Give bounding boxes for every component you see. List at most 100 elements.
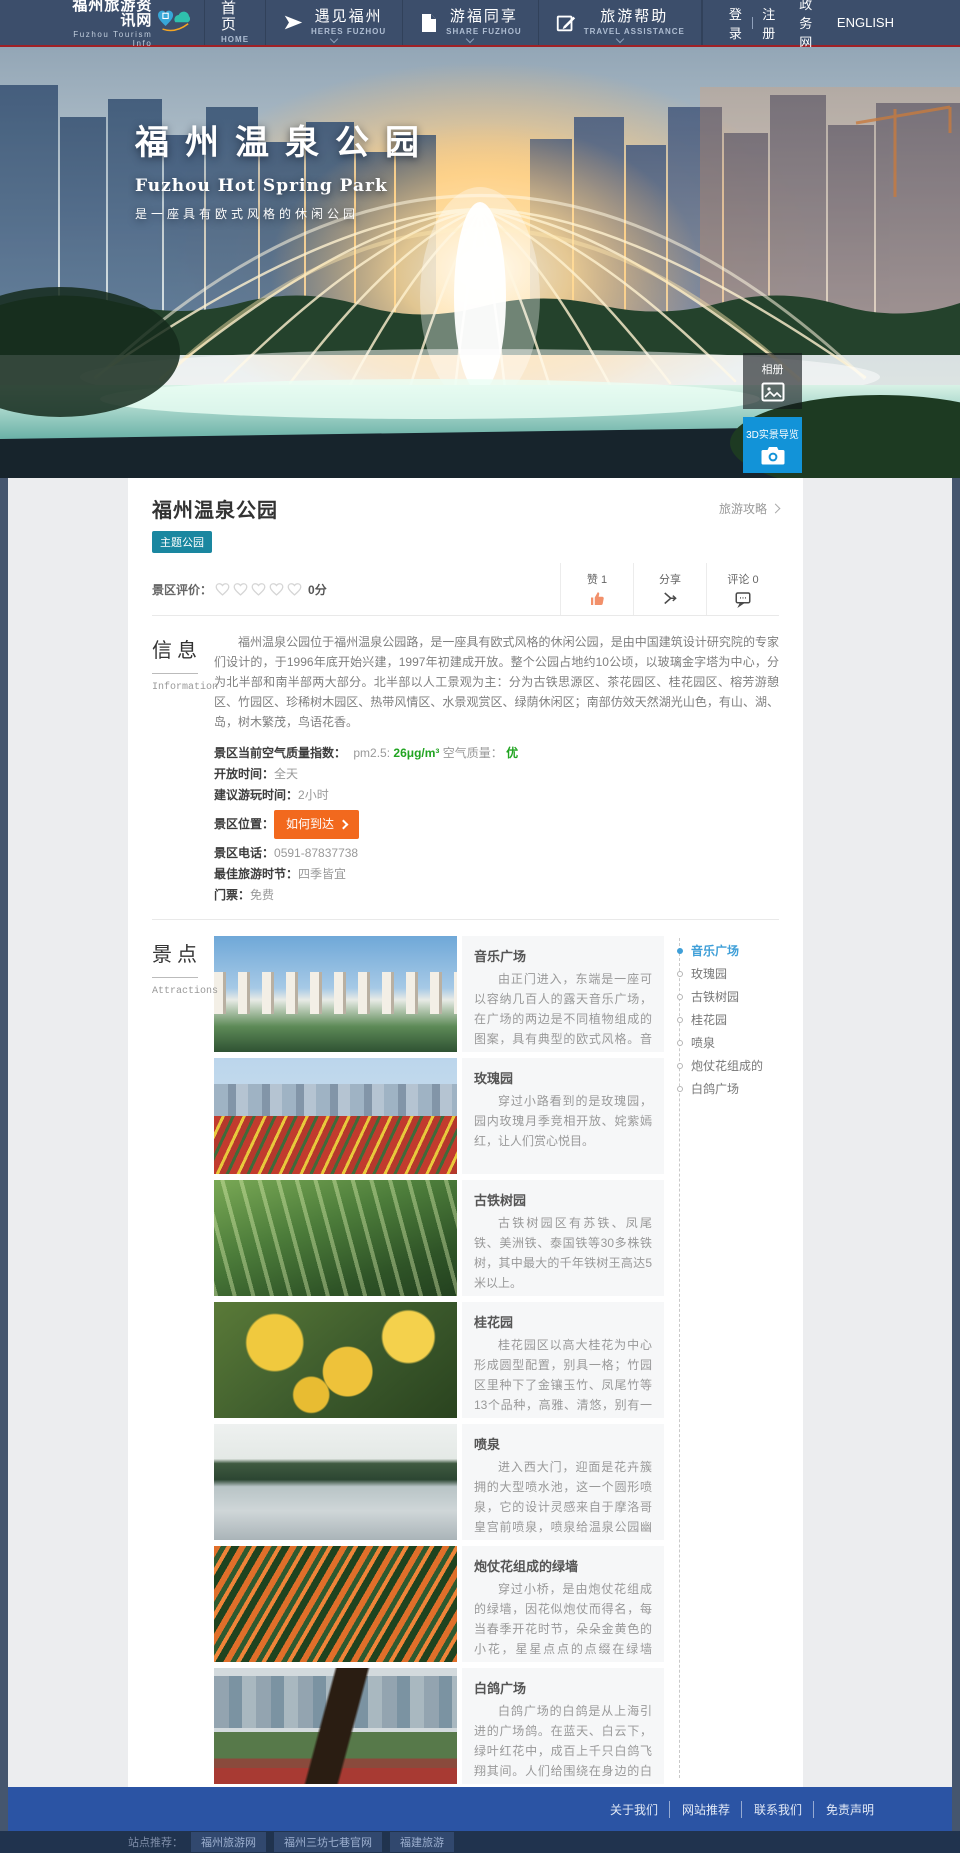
- gov-link[interactable]: 政务网: [799, 0, 813, 51]
- pm-value: 26μg/m³: [393, 746, 439, 760]
- hero-action-buttons: 相册 3D实景导览: [743, 353, 802, 473]
- attraction-nav-item[interactable]: 桂花园: [691, 1013, 779, 1027]
- plane-icon: [282, 12, 304, 34]
- attraction-card: 白鸽广场 白鸽广场的白鸽是从上海引进的广场鸽。在蓝天、白云下，绿叶红花中，成百上…: [214, 1668, 664, 1784]
- attraction-text: 穿过小桥，是由炮仗花组成的绿墙，因花似炮仗而得名，每当春季开花时节，朵朵金黄色的…: [474, 1579, 652, 1662]
- divider: [152, 673, 198, 674]
- footer-disclaimer-link[interactable]: 免责声明: [813, 1801, 874, 1818]
- attraction-name: 古铁树园: [474, 1190, 652, 1209]
- attraction-list: 音乐广场 由正门进入，东端是一座可以容纳几百人的露天音乐广场，在广场的两边是不同…: [214, 936, 664, 1787]
- site-link-fuzhou-tourism[interactable]: 福州旅游网: [191, 1832, 266, 1852]
- album-button[interactable]: 相册: [743, 353, 802, 409]
- rating-score: 0分: [308, 581, 327, 598]
- attraction-nav-item[interactable]: 白鸽广场: [691, 1082, 779, 1096]
- page-frame: 福州温泉公园 旅游攻略 主题公园 景区评价： 0分: [8, 478, 952, 1831]
- like-button[interactable]: 赞 1: [560, 563, 633, 615]
- heart-icon[interactable]: [251, 582, 266, 596]
- site-link-fujian-tourism[interactable]: 福建旅游: [390, 1832, 454, 1852]
- tour-3d-button[interactable]: 3D实景导览: [743, 417, 802, 473]
- attraction-text: 白鸽广场的白鸽是从上海引进的广场鸽。在蓝天、白云下，绿叶红花中，成百上千只白鸽飞…: [474, 1701, 652, 1784]
- info-section-title: 信息: [152, 634, 210, 663]
- album-label: 相册: [762, 361, 784, 377]
- park-details: 景区当前空气质量指数： pm2.5: 26μg/m³ 空气质量： 优 开放时间：…: [214, 744, 779, 905]
- park-detail-card: 福州温泉公园 旅游攻略 主题公园 景区评价： 0分: [128, 478, 803, 1787]
- nav-share-fuzhou[interactable]: 游福同享 SHARE FUZHOU: [402, 0, 538, 45]
- visit-duration-row: 建议游玩时间：2小时: [214, 786, 779, 805]
- edit-icon: [555, 12, 577, 34]
- open-hours-row: 开放时间：全天: [214, 765, 779, 784]
- page-title: 福州温泉公园: [152, 494, 278, 523]
- comment-count: 0: [752, 574, 758, 586]
- register-link[interactable]: 注册: [762, 4, 775, 42]
- hero-park-title: 福州温泉公园: [135, 115, 435, 164]
- attraction-photo-music-plaza[interactable]: [214, 936, 457, 1052]
- heart-icon[interactable]: [269, 582, 284, 596]
- hero-park-title-en: Fuzhou Hot Spring Park: [135, 176, 435, 196]
- attraction-text: 古铁树园区有苏铁、凤尾铁、美洲铁、泰国铁等30多株铁树，其中最大的千年铁树王高达…: [474, 1213, 652, 1293]
- rating-widget[interactable]: 景区评价： 0分: [152, 563, 327, 615]
- attraction-card: 音乐广场 由正门进入，东端是一座可以容纳几百人的露天音乐广场，在广场的两边是不同…: [214, 936, 664, 1052]
- hero-tagline: 是一座具有欧式风格的休闲公园: [135, 205, 435, 222]
- nav-meet-fuzhou[interactable]: 遇见福州 HERES FUZHOU: [265, 0, 402, 45]
- attraction-photo-firecracker-flower-wall[interactable]: [214, 1546, 457, 1662]
- rating-label: 景区评价：: [152, 581, 212, 598]
- hero-banner: 福州温泉公园 Fuzhou Hot Spring Park 是一座具有欧式风格的…: [0, 47, 960, 478]
- attraction-anchor-nav: 音乐广场 玫瑰园 古铁树园 桂花园 喷泉 炮仗花组成的 白鸽广场: [677, 944, 779, 1787]
- attraction-card: 玫瑰园 穿过小路看到的是玫瑰园，园内玫瑰月季竞相开放、姹紫嫣红，让人们赏心悦目。: [214, 1058, 664, 1174]
- info-section-subtitle: Information: [152, 682, 210, 693]
- divider: [152, 977, 198, 978]
- footer: 关于我们 网站推荐 联系我们 免责声明: [8, 1787, 952, 1831]
- share-icon: [661, 590, 679, 608]
- logo-subtitle: Fuzhou Tourism Info: [68, 30, 152, 48]
- attraction-nav-item[interactable]: 玫瑰园: [691, 967, 779, 981]
- top-nav-bar: 福州旅游资讯网 Fuzhou Tourism Info 首页 HOME 遇见福州…: [0, 0, 960, 45]
- footer-about-link[interactable]: 关于我们: [610, 1801, 658, 1818]
- attraction-photo-cycad-garden[interactable]: [214, 1180, 457, 1296]
- social-actions: 赞 1 分享 评论 0: [560, 563, 779, 615]
- attraction-text: 进入西大门，迎面是花卉簇拥的大型喷水池，这一个圆形喷泉，它的设计灵感来自于摩洛哥…: [474, 1457, 652, 1540]
- travel-guide-link[interactable]: 旅游攻略: [719, 500, 779, 517]
- phone-row: 景区电话：0591-87837738: [214, 844, 779, 863]
- attraction-text: 桂花园区以高大桂花为中心形成圆型配置，别具一格；竹园区里种下了金镶玉竹、凤尾竹等…: [474, 1335, 652, 1418]
- nav-travel-assistance[interactable]: 旅游帮助 TRAVEL ASSISTANCE: [538, 0, 702, 45]
- attraction-nav-item[interactable]: 音乐广场: [691, 944, 779, 958]
- chevron-right-icon: [339, 820, 349, 830]
- attraction-name: 炮仗花组成的绿墙: [474, 1556, 652, 1575]
- main-nav: 首页 HOME 遇见福州 HERES FUZHOU 游福同享 SHARE FUZ…: [204, 0, 702, 45]
- location-row: 景区位置： 如何到达: [214, 810, 779, 839]
- attraction-card: 炮仗花组成的绿墙 穿过小桥，是由炮仗花组成的绿墙，因花似炮仗而得名，每当春季开花…: [214, 1546, 664, 1662]
- heart-icon[interactable]: [233, 582, 248, 596]
- site-link-sanfang-qixiang[interactable]: 福州三坊七巷官网: [274, 1832, 382, 1852]
- footer-recommend-link[interactable]: 网站推荐: [669, 1801, 730, 1818]
- nav-home[interactable]: 首页 HOME: [204, 0, 265, 45]
- attraction-name: 喷泉: [474, 1434, 652, 1453]
- attraction-name: 桂花园: [474, 1312, 652, 1331]
- attraction-card: 喷泉 进入西大门，迎面是花卉簇拥的大型喷水池，这一个圆形喷泉，它的设计灵感来自于…: [214, 1424, 664, 1540]
- comment-button[interactable]: 评论 0: [706, 563, 779, 615]
- tour-3d-label: 3D实景导览: [746, 426, 799, 441]
- attraction-nav-item[interactable]: 炮仗花组成的: [691, 1059, 779, 1073]
- attraction-photo-fountain[interactable]: [214, 1424, 457, 1540]
- attraction-nav-item[interactable]: 喷泉: [691, 1036, 779, 1050]
- site-logo[interactable]: 福州旅游资讯网 Fuzhou Tourism Info: [0, 0, 190, 45]
- footer-contact-link[interactable]: 联系我们: [741, 1801, 802, 1818]
- attraction-text: 穿过小路看到的是玫瑰园，园内玫瑰月季竞相开放、姹紫嫣红，让人们赏心悦目。: [474, 1091, 652, 1151]
- best-season-row: 最佳旅游时节：四季皆宜: [214, 865, 779, 884]
- share-button[interactable]: 分享: [633, 563, 706, 615]
- attraction-photo-osmanthus-garden[interactable]: [214, 1302, 457, 1418]
- attraction-name: 白鸽广场: [474, 1678, 652, 1697]
- site-recommend-label: 站点推荐：: [128, 1834, 183, 1850]
- english-link[interactable]: ENGLISH: [837, 15, 894, 30]
- attractions-section-title: 景点: [152, 938, 210, 967]
- comment-icon: [734, 590, 752, 608]
- heart-icon[interactable]: [287, 582, 302, 596]
- how-to-arrive-button[interactable]: 如何到达: [274, 810, 359, 839]
- logo-title: 福州旅游资讯网: [68, 0, 152, 28]
- chevron-right-icon: [771, 504, 781, 514]
- site-recommend-bar: 站点推荐： 福州旅游网 福州三坊七巷官网 福建旅游: [0, 1831, 960, 1853]
- attraction-photo-white-dove-plaza[interactable]: [214, 1668, 457, 1784]
- attraction-photo-rose-garden[interactable]: [214, 1058, 457, 1174]
- attraction-nav-item[interactable]: 古铁树园: [691, 990, 779, 1004]
- heart-icon[interactable]: [215, 582, 230, 596]
- login-link[interactable]: 登录: [729, 4, 742, 42]
